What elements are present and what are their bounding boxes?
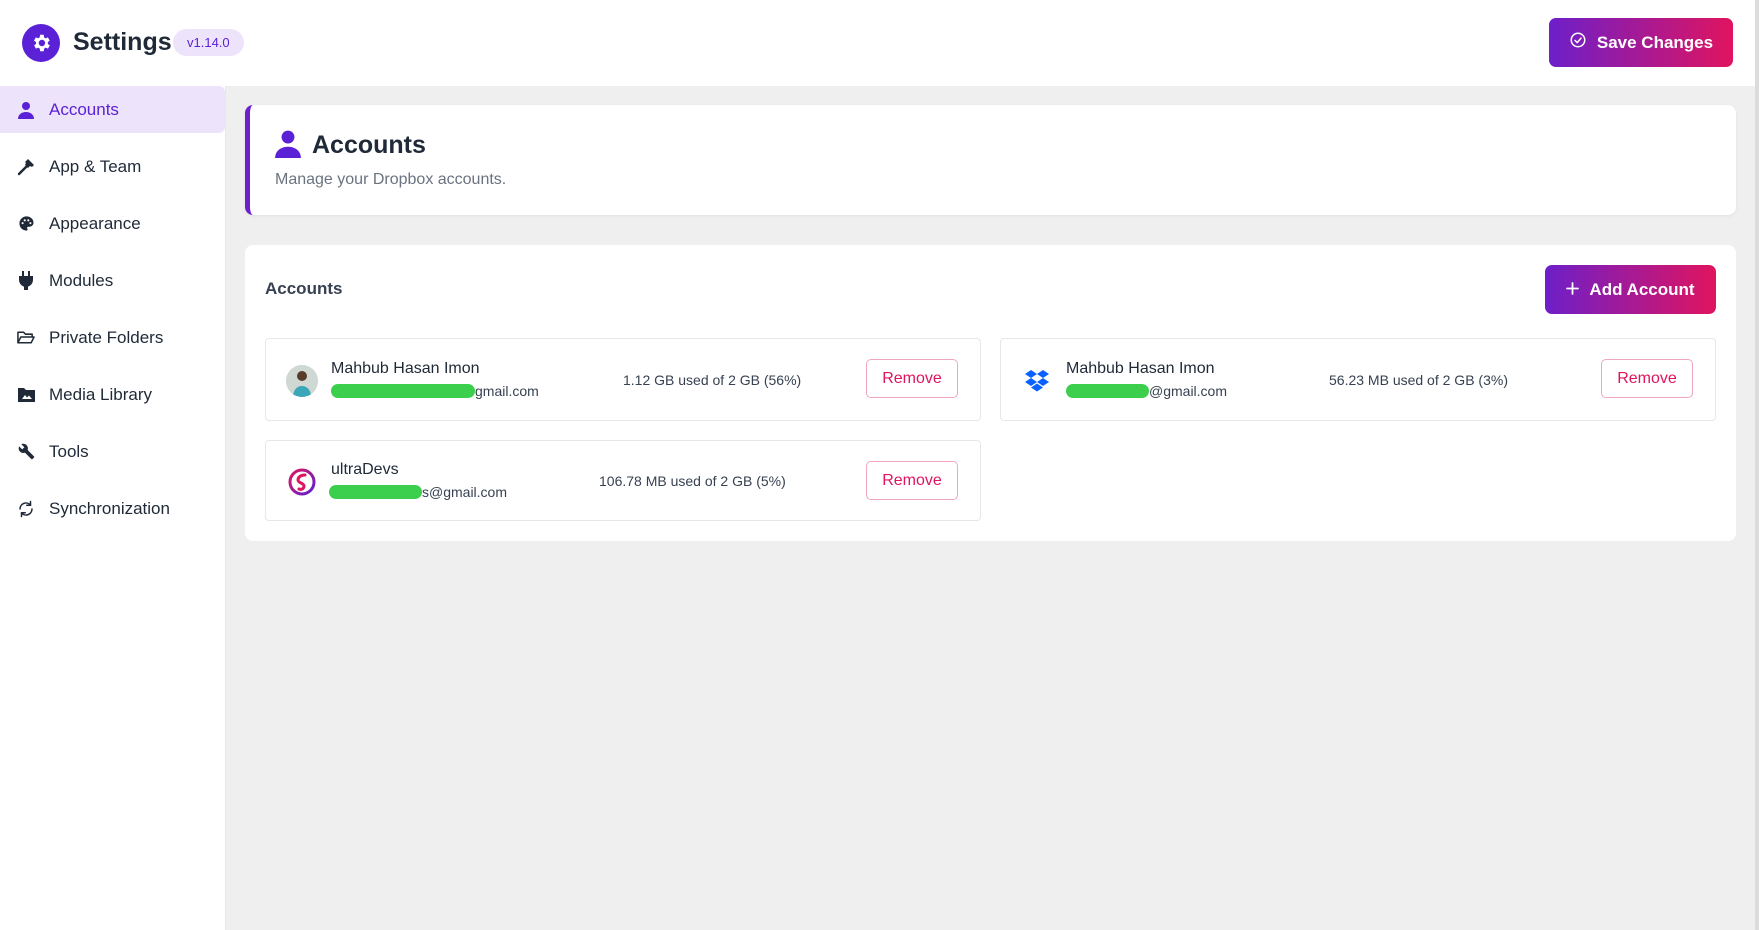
sidebar: Accounts App & Team Appearance Modules P… xyxy=(0,86,226,930)
add-account-button[interactable]: Add Account xyxy=(1545,265,1716,314)
page-title: Accounts xyxy=(312,131,426,159)
account-name: Mahbub Hasan Imon xyxy=(331,360,480,377)
top-header: Settings v1.14.0 Save Changes xyxy=(0,0,1759,86)
save-changes-label: Save Changes xyxy=(1596,32,1714,52)
ultradevs-logo-icon xyxy=(286,466,318,498)
sidebar-item-accounts[interactable]: Accounts xyxy=(0,86,225,133)
sidebar-item-label: Tools xyxy=(49,441,89,461)
remove-account-button[interactable]: Remove xyxy=(866,359,958,398)
account-card: ultraDevs s@gmail.com 106.78 MB used of … xyxy=(265,440,981,521)
hammer-icon xyxy=(17,158,35,176)
version-badge: v1.14.0 xyxy=(173,29,244,56)
photo-folder-icon xyxy=(17,386,35,404)
sync-icon xyxy=(17,500,35,518)
account-name: Mahbub Hasan Imon xyxy=(1066,360,1215,377)
account-card: Mahbub Hasan Imon @gmail.com 56.23 MB us… xyxy=(1000,338,1716,421)
user-icon xyxy=(17,101,35,119)
add-account-label: Add Account xyxy=(1589,279,1695,299)
redacted-block xyxy=(331,384,475,398)
account-email: s@gmail.com xyxy=(329,483,507,501)
settings-gear-icon xyxy=(22,24,60,62)
sidebar-item-appearance[interactable]: Appearance xyxy=(0,200,225,247)
check-circle-icon xyxy=(1569,31,1587,54)
redacted-block xyxy=(1066,384,1149,398)
dropbox-icon xyxy=(1021,365,1053,397)
user-photo-icon xyxy=(286,365,318,397)
sidebar-item-app-team[interactable]: App & Team xyxy=(0,143,225,190)
storage-usage: 1.12 GB used of 2 GB (56%) xyxy=(623,372,802,388)
account-email: @gmail.com xyxy=(1066,382,1227,400)
accounts-panel: Accounts Add Account Mahbub Hasan Imon g… xyxy=(245,245,1736,541)
account-email-domain: @gmail.com xyxy=(1149,383,1228,399)
sidebar-item-label: Modules xyxy=(49,270,114,290)
account-name: ultraDevs xyxy=(331,461,399,478)
sidebar-item-tools[interactable]: Tools xyxy=(0,428,225,475)
sidebar-item-label: Media Library xyxy=(49,384,152,404)
user-icon xyxy=(275,129,301,163)
page-description: Manage your Dropbox accounts. xyxy=(275,171,507,188)
sidebar-item-private-folders[interactable]: Private Folders xyxy=(0,314,225,361)
sidebar-item-synchronization[interactable]: Synchronization xyxy=(0,485,225,532)
folder-open-icon xyxy=(17,329,35,347)
storage-usage: 56.23 MB used of 2 GB (3%) xyxy=(1329,372,1508,388)
sidebar-item-label: Private Folders xyxy=(49,327,164,347)
sidebar-item-label: Accounts xyxy=(49,99,119,119)
plug-icon xyxy=(17,271,35,290)
sidebar-item-modules[interactable]: Modules xyxy=(0,257,225,304)
sidebar-item-label: App & Team xyxy=(49,156,142,176)
sidebar-item-label: Synchronization xyxy=(49,498,170,518)
account-email-domain: s@gmail.com xyxy=(422,484,508,500)
account-card: Mahbub Hasan Imon gmail.com 1.12 GB used… xyxy=(265,338,981,421)
panel-title: Accounts xyxy=(265,279,343,298)
page-scrollbar[interactable] xyxy=(1755,0,1759,930)
wrench-icon xyxy=(17,443,35,461)
palette-icon xyxy=(17,215,35,233)
app-title: Settings xyxy=(73,28,172,56)
plus-icon xyxy=(1566,280,1580,300)
redacted-block xyxy=(329,485,422,499)
account-email-domain: gmail.com xyxy=(475,383,539,399)
account-email: gmail.com xyxy=(331,382,539,400)
remove-account-button[interactable]: Remove xyxy=(866,461,958,500)
storage-usage: 106.78 MB used of 2 GB (5%) xyxy=(599,473,786,489)
section-header-card: Accounts Manage your Dropbox accounts. xyxy=(245,105,1736,215)
save-changes-button[interactable]: Save Changes xyxy=(1549,18,1733,67)
remove-account-button[interactable]: Remove xyxy=(1601,359,1693,398)
sidebar-item-media-library[interactable]: Media Library xyxy=(0,371,225,418)
sidebar-item-label: Appearance xyxy=(49,213,141,233)
